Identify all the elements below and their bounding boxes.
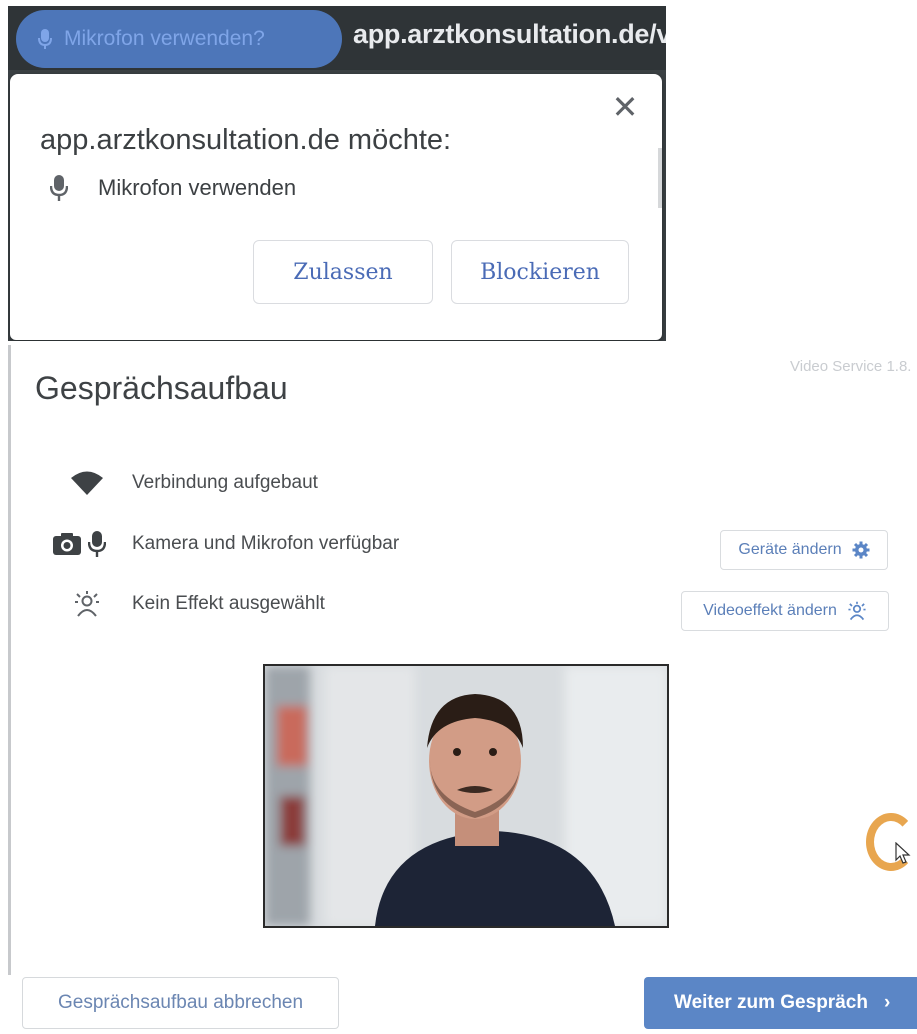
page-left-border <box>8 345 11 975</box>
cancel-setup-button[interactable]: Gesprächsaufbau abbrechen <box>22 977 339 1029</box>
status-connection-label: Verbindung aufgebaut <box>132 472 318 493</box>
version-label: Video Service 1.8. <box>790 358 912 375</box>
change-effect-label: Videoeffekt ändern <box>703 602 837 619</box>
gear-icon <box>852 541 870 559</box>
camera-icon <box>53 533 81 555</box>
permission-label: Mikrofon verwenden <box>98 175 297 200</box>
microphone-icon <box>38 29 52 49</box>
popup-scrollbar[interactable] <box>658 148 662 208</box>
chevron-right-icon: › <box>883 992 891 1013</box>
url-text[interactable]: app.arztkonsultation.de/v <box>353 19 666 50</box>
permission-popup: ✕ app.arztkonsultation.de möchte: Mikrof… <box>10 74 662 340</box>
status-effect-label: Kein Effekt ausgewählt <box>132 593 325 614</box>
browser-chrome: Mikrofon verwenden? app.arztkonsultation… <box>8 6 666 341</box>
wifi-icon <box>52 470 122 496</box>
status-connection: Verbindung aufgebaut <box>52 470 318 496</box>
microphone-icon <box>50 175 68 201</box>
status-devices: Kamera und Mikrofon verfügbar <box>52 530 399 558</box>
permission-chip-label: Mikrofon verwenden? <box>64 27 265 50</box>
video-effect-icon <box>848 601 866 621</box>
allow-button[interactable]: Zulassen <box>253 240 433 304</box>
block-button[interactable]: Blockieren <box>451 240 629 304</box>
device-icons <box>52 530 122 558</box>
permission-chip[interactable]: Mikrofon verwenden? <box>16 10 342 68</box>
continue-to-call-button[interactable]: Weiter zum Gespräch › <box>644 977 917 1029</box>
permission-row: Mikrofon verwenden <box>50 174 296 202</box>
continue-to-call-label: Weiter zum Gespräch <box>674 992 868 1013</box>
status-devices-label: Kamera und Mikrofon verfügbar <box>132 533 400 554</box>
microphone-icon <box>88 531 106 557</box>
cursor-icon <box>895 842 911 864</box>
popup-title: app.arztkonsultation.de möchte: <box>40 124 452 156</box>
address-bar: Mikrofon verwenden? app.arztkonsultation… <box>8 6 666 70</box>
change-devices-label: Geräte ändern <box>738 541 842 558</box>
page-title: Gesprächsaufbau <box>35 370 288 406</box>
camera-preview <box>263 664 669 928</box>
status-effect: Kein Effekt ausgewählt <box>52 590 325 618</box>
close-icon[interactable]: ✕ <box>610 91 640 123</box>
change-effect-button[interactable]: Videoeffekt ändern <box>681 591 889 631</box>
change-devices-button[interactable]: Geräte ändern <box>720 530 888 570</box>
video-effect-icon <box>52 590 122 618</box>
